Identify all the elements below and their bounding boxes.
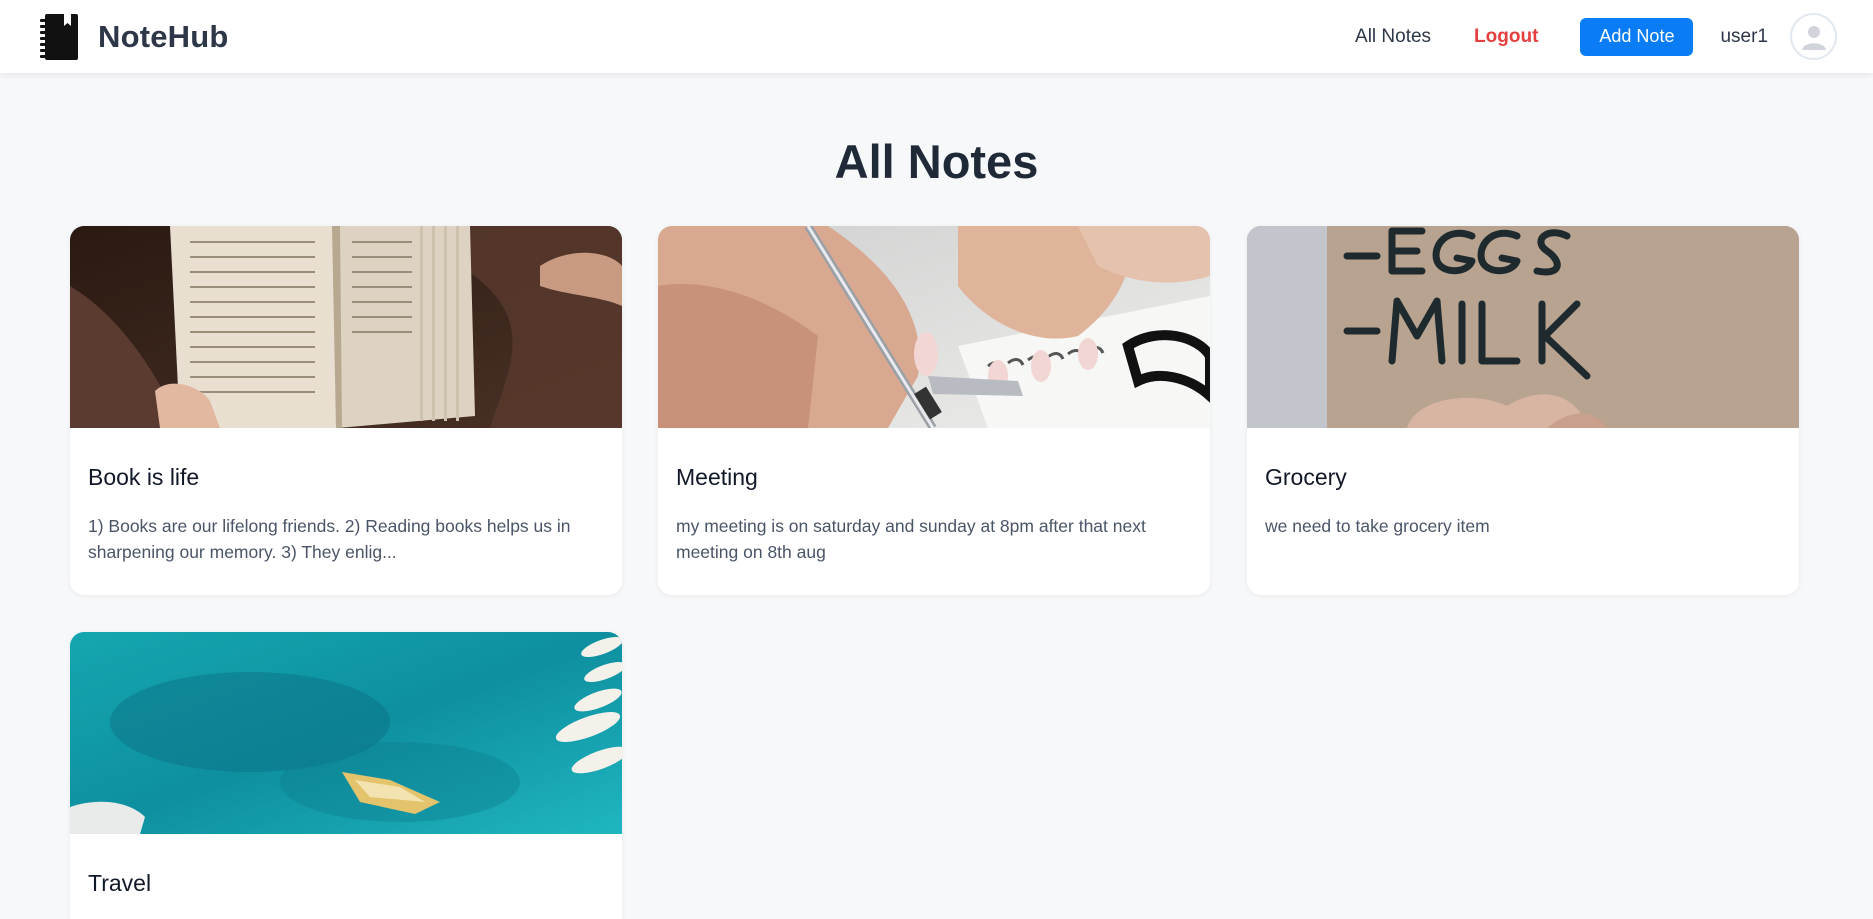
brand[interactable]: NoteHub: [40, 13, 229, 61]
sea-boats-photo: [70, 632, 622, 834]
note-card-body: Grocery we need to take grocery item: [1247, 428, 1799, 539]
note-card-body: Travel: [70, 834, 622, 897]
note-text: 1) Books are our lifelong friends. 2) Re…: [88, 516, 571, 562]
note-title: Travel: [88, 870, 152, 896]
note-text: my meeting is on saturday and sunday at …: [676, 516, 1146, 562]
note-card[interactable]: Book is life 1) Books are our lifelong f…: [70, 226, 622, 595]
note-text: we need to take grocery item: [1265, 516, 1490, 536]
open-book-photo: [70, 226, 622, 428]
note-card-body: Meeting my meeting is on saturday and su…: [658, 428, 1210, 565]
nav-actions: All Notes Logout Add Note user1: [1355, 13, 1837, 60]
add-note-button[interactable]: Add Note: [1580, 17, 1694, 56]
user-silhouette-icon: [1801, 25, 1826, 50]
note-card[interactable]: Meeting my meeting is on saturday and su…: [658, 226, 1210, 595]
grocery-list-photo: [1247, 226, 1799, 428]
note-title: Meeting: [676, 464, 758, 490]
username: user1: [1720, 25, 1768, 47]
page-title: All Notes: [834, 135, 1039, 188]
brand-name: NoteHub: [98, 18, 229, 54]
writing-notebook-photo: [658, 226, 1210, 428]
top-navbar: NoteHub All Notes Logout Add Note user1: [0, 0, 1873, 73]
note-title: Book is life: [88, 464, 200, 490]
note-title: Grocery: [1265, 464, 1347, 490]
user-avatar-icon[interactable]: [1790, 13, 1837, 60]
logout-link[interactable]: Logout: [1474, 26, 1538, 48]
nav-all-notes-link[interactable]: All Notes: [1355, 26, 1431, 48]
note-card-body: Book is life 1) Books are our lifelong f…: [70, 428, 622, 565]
notebook-icon: [40, 13, 78, 60]
note-card[interactable]: Grocery we need to take grocery item: [1247, 226, 1799, 595]
note-card[interactable]: Travel: [70, 632, 622, 919]
